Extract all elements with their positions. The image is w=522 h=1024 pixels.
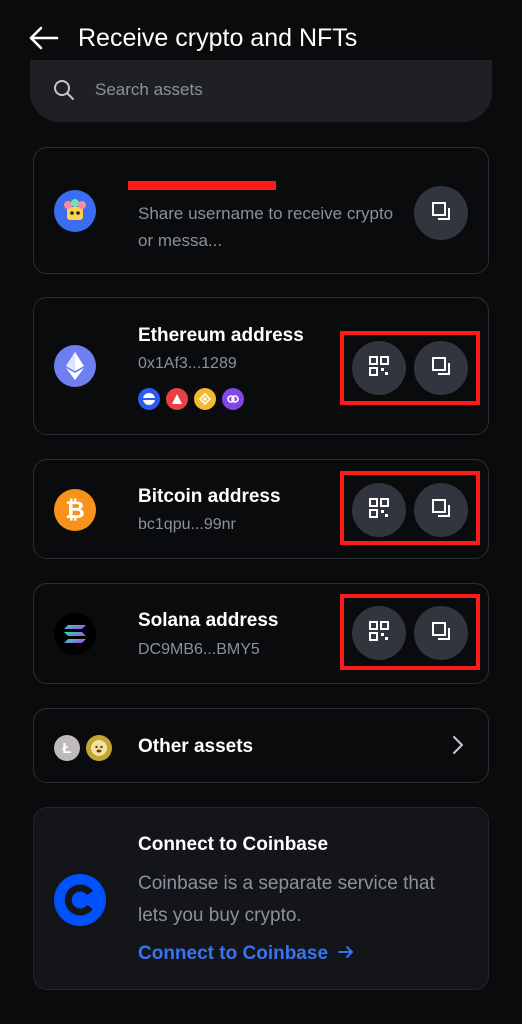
copy-username-button[interactable] <box>414 186 468 240</box>
ethereum-actions-highlight <box>340 331 480 405</box>
coinbase-card: Connect to Coinbase Coinbase is a separa… <box>33 807 489 990</box>
avalanche-network-icon <box>166 388 188 410</box>
bnb-network-icon <box>194 388 216 410</box>
other-assets-label: Other assets <box>138 736 254 757</box>
ethereum-address-label: Ethereum address <box>138 325 304 346</box>
username-description: Share username to receive crypto or mess… <box>138 204 394 250</box>
solana-actions-highlight <box>340 594 480 670</box>
dogecoin-icon <box>86 735 112 761</box>
solana-address-label: Solana address <box>138 610 279 631</box>
ethereum-icon <box>54 345 96 387</box>
bitcoin-address-value: bc1qpu...99nr <box>138 516 236 533</box>
chevron-right-icon <box>452 735 464 760</box>
redacted-username <box>128 181 276 190</box>
litecoin-icon: Ł <box>54 735 80 761</box>
search-icon <box>52 78 76 107</box>
solana-address-value: DC9MB6...BMY5 <box>138 641 260 658</box>
supported-networks <box>138 388 244 410</box>
coinbase-logo-icon <box>54 874 106 926</box>
username-avatar <box>54 190 96 232</box>
search-placeholder: Search assets <box>95 80 203 99</box>
connect-to-coinbase-link[interactable]: Connect to Coinbase <box>138 941 354 967</box>
solana-icon <box>54 613 96 655</box>
other-assets-row[interactable]: Ł Other assets <box>33 708 489 783</box>
coinbase-description: Coinbase is a separate service that lets… <box>138 873 435 926</box>
coinbase-title: Connect to Coinbase <box>138 834 329 855</box>
bitcoin-icon: ₿ <box>54 489 96 531</box>
connect-to-coinbase-label: Connect to Coinbase <box>138 943 329 964</box>
base-network-icon <box>138 388 160 410</box>
ethereum-address-value: 0x1Af3...1289 <box>138 355 237 372</box>
username-card: Share username to receive crypto or mess… <box>33 147 489 274</box>
polygon-network-icon <box>222 388 244 410</box>
back-arrow-icon[interactable] <box>28 22 60 54</box>
bitcoin-address-label: Bitcoin address <box>138 486 281 507</box>
arrow-right-icon <box>338 941 354 967</box>
bitcoin-actions-highlight <box>340 471 480 545</box>
page-title: Receive crypto and NFTs <box>78 24 358 52</box>
copy-icon <box>430 200 452 227</box>
